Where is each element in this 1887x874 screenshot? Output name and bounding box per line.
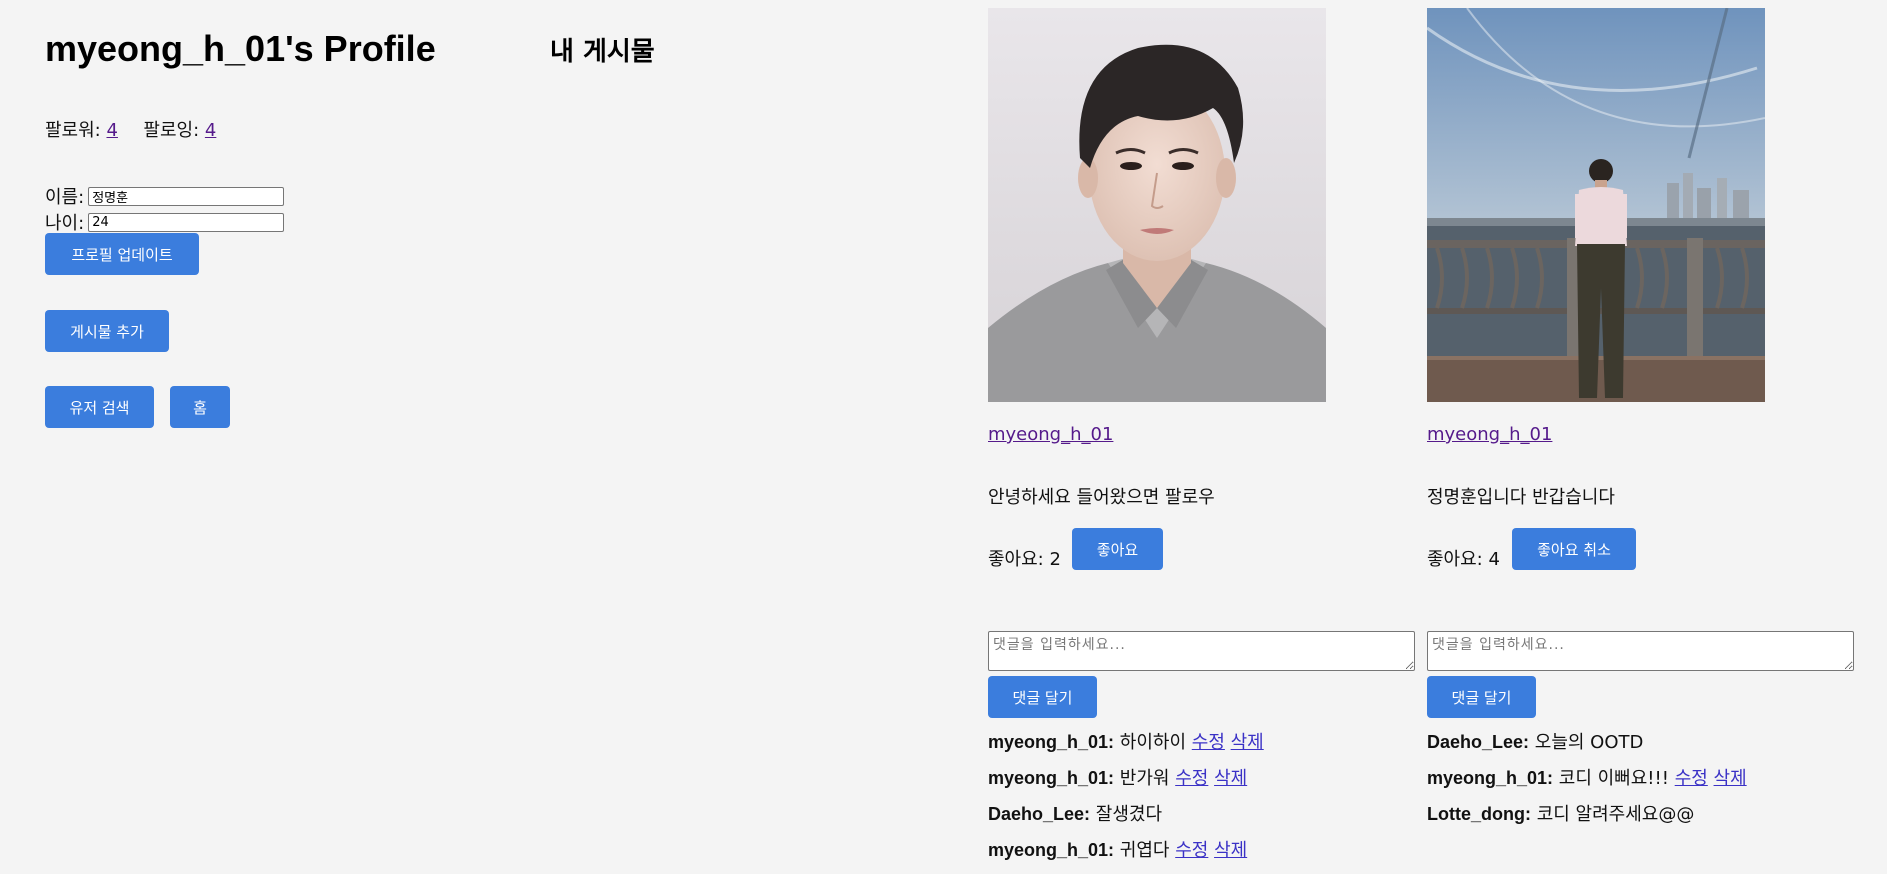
comment-text: 하이하이	[1119, 732, 1187, 753]
submit-comment-button[interactable]: 댓글 달기	[988, 676, 1097, 718]
post-caption: 정명훈입니다 반갑습니다	[1427, 487, 1615, 508]
post-author-link[interactable]: myeong_h_01	[1427, 424, 1552, 445]
likes-label: 좋아요:	[1427, 549, 1483, 570]
age-row: 나이:	[45, 209, 285, 235]
like-button[interactable]: 좋아요	[1072, 528, 1163, 570]
add-post-button[interactable]: 게시물 추가	[45, 310, 169, 352]
comment-user: Daeho_Lee:	[988, 804, 1091, 824]
followers-count-link[interactable]: 4	[106, 120, 117, 141]
submit-comment-button[interactable]: 댓글 달기	[1427, 676, 1536, 718]
comment-text: 반가워	[1119, 768, 1170, 789]
comment-item: myeong_h_01: 하이하이 수정 삭제	[988, 730, 1264, 766]
edit-comment-link[interactable]: 수정	[1192, 732, 1225, 753]
post-card: myeong_h_01 정명훈입니다 반갑습니다 좋아요: 4 좋아요 취소 댓…	[1427, 0, 1857, 867]
comment-user: myeong_h_01:	[988, 840, 1115, 860]
likes-count: 2	[1049, 549, 1061, 570]
comment-user: Lotte_dong:	[1427, 804, 1531, 824]
comment-list: Daeho_Lee: 오늘의 OOTD myeong_h_01: 코디 이뻐요!…	[1427, 730, 1747, 838]
unlike-button[interactable]: 좋아요 취소	[1512, 528, 1636, 570]
name-input[interactable]	[88, 186, 285, 206]
comment-text: 오늘의 OOTD	[1534, 732, 1644, 753]
name-row: 이름:	[45, 183, 285, 209]
comment-user: Daeho_Lee:	[1427, 732, 1530, 752]
my-posts-title: 내 게시물	[550, 37, 655, 67]
following-count-link[interactable]: 4	[205, 120, 216, 141]
follow-stats: 팔로워: 4 팔로잉: 4	[45, 116, 216, 142]
comment-list: myeong_h_01: 하이하이 수정 삭제 myeong_h_01: 반가워…	[988, 730, 1264, 874]
name-label: 이름:	[45, 187, 85, 208]
likes-count: 4	[1488, 549, 1500, 570]
page-title: myeong_h_01's Profile	[45, 28, 436, 69]
comment-text: 코디 이뻐요!!!	[1558, 768, 1669, 789]
post-author-link[interactable]: myeong_h_01	[988, 424, 1113, 445]
comment-item: Lotte_dong: 코디 알려주세요@@	[1427, 802, 1747, 838]
comment-user: myeong_h_01:	[988, 732, 1115, 752]
home-button[interactable]: 홈	[170, 386, 230, 428]
edit-comment-link[interactable]: 수정	[1675, 768, 1708, 789]
post-image-riverside	[1427, 8, 1765, 402]
age-label: 나이:	[45, 213, 85, 234]
post-image-portrait	[988, 8, 1326, 402]
followers-label: 팔로워:	[45, 120, 101, 141]
portrait-photo	[988, 8, 1326, 402]
comment-item: Daeho_Lee: 잘생겼다	[988, 802, 1264, 838]
likes-label: 좋아요:	[988, 549, 1044, 570]
riverside-photo	[1427, 8, 1765, 402]
post-caption: 안녕하세요 들어왔으면 팔로우	[988, 487, 1215, 508]
comment-text: 코디 알려주세요@@	[1536, 804, 1695, 825]
comment-user: myeong_h_01:	[1427, 768, 1554, 788]
comment-text: 귀엽다	[1119, 840, 1170, 861]
comment-input[interactable]	[988, 631, 1415, 671]
delete-comment-link[interactable]: 삭제	[1214, 840, 1247, 861]
user-search-button[interactable]: 유저 검색	[45, 386, 154, 428]
delete-comment-link[interactable]: 삭제	[1214, 768, 1247, 789]
like-row: 좋아요: 4	[1427, 545, 1500, 571]
post-card: myeong_h_01 안녕하세요 들어왔으면 팔로우 좋아요: 2 좋아요 댓…	[988, 0, 1418, 867]
comment-item: myeong_h_01: 귀엽다 수정 삭제	[988, 838, 1264, 874]
update-profile-button[interactable]: 프로필 업데이트	[45, 233, 199, 275]
comment-item: myeong_h_01: 반가워 수정 삭제	[988, 766, 1264, 802]
comment-item: myeong_h_01: 코디 이뻐요!!! 수정 삭제	[1427, 766, 1747, 802]
following-label: 팔로잉:	[143, 120, 200, 141]
delete-comment-link[interactable]: 삭제	[1714, 768, 1747, 789]
edit-comment-link[interactable]: 수정	[1175, 768, 1208, 789]
edit-comment-link[interactable]: 수정	[1175, 840, 1208, 861]
delete-comment-link[interactable]: 삭제	[1231, 732, 1264, 753]
age-input[interactable]	[88, 212, 285, 232]
comment-text: 잘생겼다	[1095, 804, 1163, 825]
comment-item: Daeho_Lee: 오늘의 OOTD	[1427, 730, 1747, 766]
like-row: 좋아요: 2	[988, 545, 1061, 571]
comment-input[interactable]	[1427, 631, 1854, 671]
comment-user: myeong_h_01:	[988, 768, 1115, 788]
